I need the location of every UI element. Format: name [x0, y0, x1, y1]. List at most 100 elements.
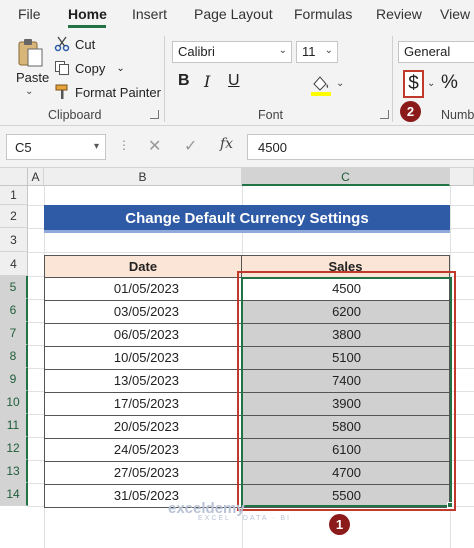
enter-check-icon[interactable]: ✓ — [184, 136, 197, 156]
tab-insert[interactable]: Insert — [132, 6, 167, 22]
gridline — [450, 186, 451, 548]
row-header-12[interactable]: 12 — [0, 437, 28, 460]
row-header-7[interactable]: 7 — [0, 322, 28, 345]
chevron-down-icon: ▾ — [93, 141, 99, 152]
font-size-select[interactable]: 11 ⌄ — [296, 41, 338, 63]
accounting-format-button[interactable]: $ — [403, 70, 424, 98]
tab-review[interactable]: Review — [376, 6, 422, 22]
sales-cell[interactable]: 3900 — [242, 393, 450, 416]
cut-label: Cut — [75, 36, 96, 52]
fill-color-dropdown-icon[interactable]: ⌄ — [336, 78, 344, 89]
formula-bar: C5 ▾ ⋮ ✕ ✓ fx 4500 — [0, 126, 474, 168]
insert-function-button[interactable]: fx — [220, 136, 233, 152]
date-cell[interactable]: 01/05/2023 — [44, 278, 242, 301]
tab-file[interactable]: File — [18, 6, 41, 22]
format-painter-label: Format Painter — [75, 84, 161, 100]
cut-button[interactable]: Cut — [54, 36, 95, 52]
date-cell[interactable]: 27/05/2023 — [44, 462, 242, 485]
row-header-5[interactable]: 5 — [0, 276, 28, 299]
paste-dropdown-icon[interactable]: ⌄ — [25, 86, 33, 97]
date-cell[interactable]: 06/05/2023 — [44, 324, 242, 347]
step-badge-2: 2 — [400, 101, 421, 122]
number-group-label: Numb — [441, 108, 474, 122]
gridline — [28, 252, 474, 253]
ribbon-tab-bar: File Home Insert Page Layout Formulas Re… — [0, 0, 474, 30]
watermark-logo: exceldemy EXCEL · DATA · BI — [168, 500, 291, 522]
row-header-1[interactable]: 1 — [0, 186, 28, 205]
sales-cell[interactable]: 5100 — [242, 347, 450, 370]
header-sales[interactable]: Sales — [242, 255, 450, 278]
font-size-value: 11 — [302, 44, 316, 59]
font-name-select[interactable]: Calibri ⌄ — [172, 41, 292, 63]
sales-cell[interactable]: 4700 — [242, 462, 450, 485]
row-header-6[interactable]: 6 — [0, 299, 28, 322]
paste-icon — [18, 39, 43, 67]
row-header-10[interactable]: 10 — [0, 391, 28, 414]
clipboard-launcher-icon[interactable] — [150, 110, 159, 119]
date-cell[interactable]: 24/05/2023 — [44, 439, 242, 462]
italic-button[interactable]: I — [204, 72, 210, 91]
date-cell[interactable]: 13/05/2023 — [44, 370, 242, 393]
row-header-2[interactable]: 2 — [0, 205, 28, 228]
tab-formulas[interactable]: Formulas — [294, 6, 352, 22]
group-divider — [164, 36, 165, 122]
clipboard-group-label: Clipboard — [48, 108, 102, 122]
sales-cell[interactable]: 3800 — [242, 324, 450, 347]
number-format-value: General — [404, 44, 451, 59]
row-header-8[interactable]: 8 — [0, 345, 28, 368]
row-header-14[interactable]: 14 — [0, 483, 28, 506]
format-painter-button[interactable]: Format Painter — [54, 84, 161, 100]
formula-input[interactable]: 4500 — [247, 134, 474, 160]
column-header-b[interactable]: B — [44, 168, 242, 186]
row-header-9[interactable]: 9 — [0, 368, 28, 391]
font-launcher-icon[interactable] — [380, 110, 389, 119]
sales-cell[interactable]: 6200 — [242, 301, 450, 324]
formula-value: 4500 — [258, 140, 287, 155]
date-cell[interactable]: 20/05/2023 — [44, 416, 242, 439]
tab-home[interactable]: Home — [68, 6, 107, 22]
name-box[interactable]: C5 ▾ — [6, 134, 106, 160]
row-header-3[interactable]: 3 — [0, 228, 28, 252]
active-tab-indicator — [68, 25, 106, 28]
date-cell[interactable]: 10/05/2023 — [44, 347, 242, 370]
row-header-13[interactable]: 13 — [0, 460, 28, 483]
drag-handle-icon[interactable]: ⋮ — [118, 138, 130, 152]
bold-button[interactable]: B — [178, 72, 190, 90]
header-date[interactable]: Date — [44, 255, 242, 278]
accounting-format-dropdown-icon[interactable]: ⌄ — [427, 78, 435, 89]
group-divider — [392, 36, 393, 122]
sales-cell[interactable]: 7400 — [242, 370, 450, 393]
name-box-value: C5 — [15, 140, 32, 155]
copy-icon — [55, 61, 69, 75]
number-format-select[interactable]: General — [398, 41, 474, 63]
cancel-icon[interactable]: ✕ — [148, 136, 161, 156]
paintbrush-icon — [55, 84, 68, 99]
sales-cell[interactable]: 6100 — [242, 439, 450, 462]
column-header-a[interactable]: A — [28, 168, 44, 186]
underline-button[interactable]: U — [228, 72, 240, 90]
font-name-value: Calibri — [178, 44, 215, 59]
scissors-icon — [54, 36, 70, 52]
date-cell[interactable]: 03/05/2023 — [44, 301, 242, 324]
step-badge-1: 1 — [329, 514, 350, 535]
copy-button[interactable]: Copy ⌄ — [54, 60, 125, 76]
column-header-c[interactable]: C — [242, 168, 450, 186]
tab-view[interactable]: View — [440, 6, 470, 22]
chevron-down-icon: ⌄ — [324, 45, 333, 56]
copy-label: Copy — [75, 60, 106, 76]
select-all-corner[interactable] — [0, 168, 28, 186]
tab-page-layout[interactable]: Page Layout — [194, 6, 273, 22]
copy-dropdown-icon[interactable]: ⌄ — [116, 63, 124, 74]
sales-cell[interactable]: 4500 — [242, 278, 450, 301]
percent-style-button[interactable]: % — [441, 72, 458, 94]
fill-handle[interactable] — [447, 502, 453, 508]
watermark-tagline: EXCEL · DATA · BI — [198, 515, 291, 522]
paste-label: Paste — [16, 70, 50, 85]
row-header-11[interactable]: 11 — [0, 414, 28, 437]
row-header-4[interactable]: 4 — [0, 252, 28, 276]
fill-color-icon[interactable] — [308, 72, 334, 96]
column-header-d[interactable] — [450, 168, 474, 186]
date-cell[interactable]: 17/05/2023 — [44, 393, 242, 416]
sales-cell[interactable]: 5800 — [242, 416, 450, 439]
ribbon: Paste ⌄ Cut Copy ⌄ Format Painter Clipbo… — [0, 30, 474, 126]
